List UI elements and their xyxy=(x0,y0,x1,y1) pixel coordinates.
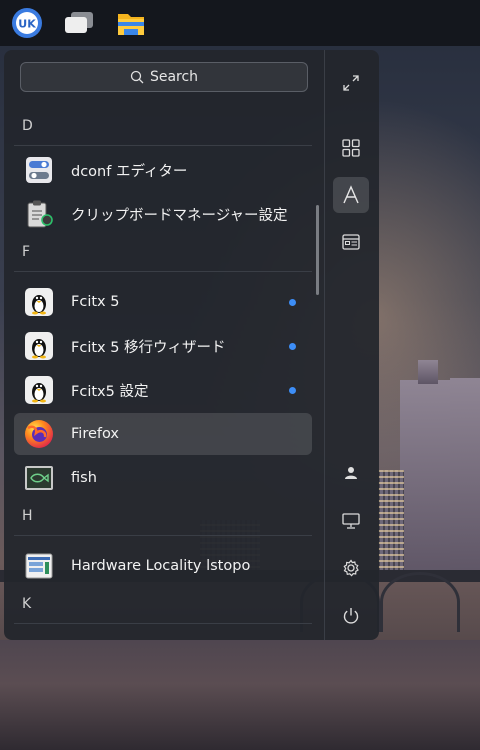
new-app-indicator xyxy=(289,299,296,306)
app-item-fcitx5-settings[interactable]: Fcitx5 設定 xyxy=(14,369,312,411)
user-account-button[interactable] xyxy=(333,455,369,491)
lstopo-icon xyxy=(24,551,54,581)
section-letter-k: K xyxy=(22,596,32,612)
section-letter-h: H xyxy=(22,508,33,524)
app-label: fish xyxy=(71,470,97,486)
gear-icon xyxy=(343,559,359,577)
app-label: Firefox xyxy=(71,426,119,442)
settings-button[interactable] xyxy=(333,550,369,586)
user-icon xyxy=(345,467,357,479)
alphabetical-view-button[interactable] xyxy=(333,177,369,213)
taskbar: UK xyxy=(0,0,480,46)
dconf-editor-icon xyxy=(24,155,54,185)
new-app-indicator xyxy=(289,343,296,350)
search-label: Search xyxy=(149,69,199,85)
search-icon xyxy=(130,70,144,84)
grid-icon xyxy=(342,139,360,157)
power-button[interactable] xyxy=(333,598,369,634)
monitor-icon xyxy=(342,513,360,529)
sidebar-divider xyxy=(324,50,325,640)
section-divider xyxy=(14,535,312,536)
firefox-icon xyxy=(24,419,54,449)
app-label: Hardware Locality lstopo xyxy=(71,558,251,574)
section-letter-f: F xyxy=(22,244,31,260)
section-letter-d: D xyxy=(22,118,33,134)
tux-penguin-icon xyxy=(24,375,54,405)
section-divider xyxy=(14,623,312,624)
section-divider xyxy=(14,271,312,272)
file-manager-button[interactable] xyxy=(108,0,154,46)
letter-a-icon xyxy=(343,185,359,204)
tux-penguin-icon xyxy=(24,287,54,317)
search-box[interactable]: Search xyxy=(20,62,308,92)
ukui-logo-icon: UK xyxy=(12,8,42,38)
power-icon xyxy=(343,608,359,624)
section-divider xyxy=(14,145,312,146)
app-item-hardware-locality-lstopo[interactable]: Hardware Locality lstopo xyxy=(14,545,312,587)
computer-button[interactable] xyxy=(333,503,369,539)
list-card-icon xyxy=(342,234,360,250)
app-label: dconf エディター xyxy=(71,163,188,180)
fish-terminal-icon xyxy=(24,463,54,493)
app-item-fcitx5-migration-wizard[interactable]: Fcitx 5 移行ウィザード xyxy=(14,325,312,367)
app-item-clipboard-manager-settings[interactable]: クリップボードマネージャー設定 xyxy=(14,193,312,235)
svg-text:UK: UK xyxy=(18,18,36,31)
app-item-fcitx5[interactable]: Fcitx 5 xyxy=(14,281,312,323)
app-label: Fcitx5 設定 xyxy=(71,383,149,400)
new-app-indicator xyxy=(289,387,296,394)
fullscreen-button[interactable] xyxy=(333,65,369,101)
folder-icon xyxy=(118,14,144,35)
window-overview-icon xyxy=(65,12,93,33)
expand-icon xyxy=(343,75,359,91)
app-label: クリップボードマネージャー設定 xyxy=(71,207,288,224)
start-menu-button[interactable]: UK xyxy=(4,0,50,46)
app-item-firefox[interactable]: Firefox xyxy=(14,413,312,455)
function-view-button[interactable] xyxy=(333,224,369,260)
app-list: D dconf エディター クリップボードマネージャー設定 F Fcitx 5 … xyxy=(8,106,312,636)
category-view-button[interactable] xyxy=(333,130,369,166)
application-launcher: Search D dconf エディター クリップボードマネージャー設定 F F… xyxy=(4,50,379,640)
multitasking-view-button[interactable] xyxy=(56,0,102,46)
tux-penguin-icon xyxy=(24,331,54,361)
app-item-dconf-editor[interactable]: dconf エディター xyxy=(14,149,312,191)
app-list-scrollbar[interactable] xyxy=(316,205,319,295)
app-label: Fcitx 5 xyxy=(71,294,120,310)
app-label: Fcitx 5 移行ウィザード xyxy=(71,339,226,356)
app-item-fish[interactable]: fish xyxy=(14,457,312,499)
clipboard-manager-icon xyxy=(24,199,54,229)
